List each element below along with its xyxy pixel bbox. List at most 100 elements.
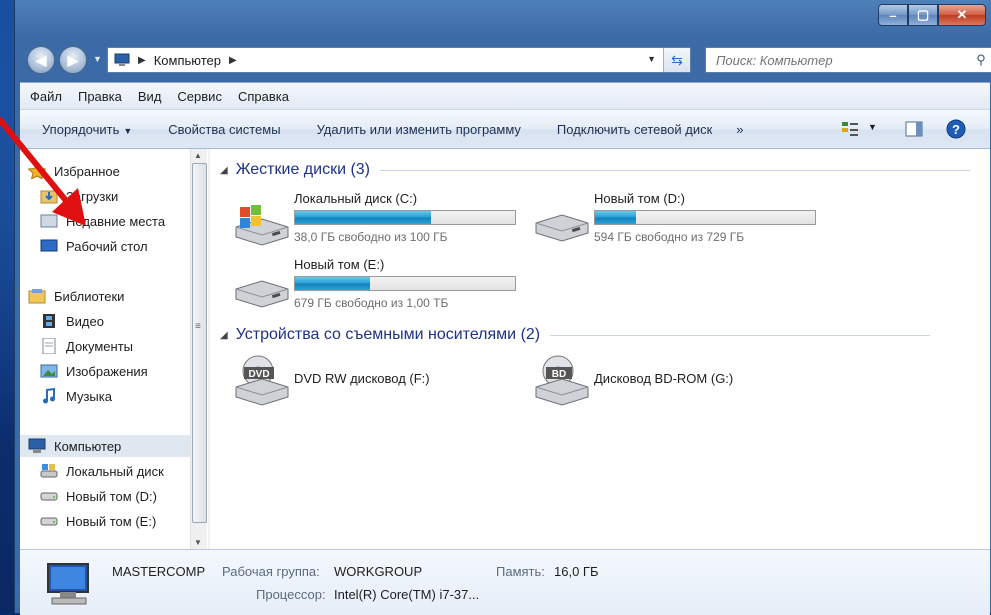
close-button[interactable]: ✕ [938,4,986,26]
video-icon [43,314,55,328]
search-box[interactable]: ⚲ [705,47,991,73]
back-button[interactable]: ◀ [27,46,55,74]
change-view-icon[interactable] [840,119,860,139]
breadcrumb-computer[interactable]: Компьютер [154,53,221,68]
nav-local-disk[interactable]: Локальный диск [20,460,206,482]
memory-value: 16,0 ГБ [554,564,599,579]
drive-dvd-badge: DVD [248,369,269,380]
nav-computer[interactable]: Компьютер [20,435,206,457]
menu-edit[interactable]: Правка [70,89,130,104]
nav-libraries[interactable]: Библиотеки [20,285,206,307]
nav-volume-e[interactable]: Новый том (E:) [20,510,206,532]
organize-label: Упорядочить [42,121,120,137]
chevron-down-icon: ▼ [123,125,133,136]
more-commands-button[interactable]: » [730,122,749,137]
collapse-icon[interactable]: ◢ [220,165,228,176]
music-icon [43,388,55,404]
scroll-down-icon[interactable]: ▼ [194,538,202,547]
forward-arrow-icon: ▶ [67,51,79,68]
details-pane: MASTERCOMP Рабочая группа: WORKGROUP Пам… [20,549,990,615]
maximize-icon: ▢ [916,7,930,22]
drive-d-name: Новый том (D:) [594,191,685,206]
downloads-folder-icon [40,190,58,204]
nav-video-label: Видео [66,313,104,329]
drive-c-usage-fill [295,211,432,224]
nav-desktop[interactable]: Рабочий стол [20,235,206,257]
address-bar[interactable]: ▶ Компьютер ▶ ▼ ⇆ [107,47,691,73]
help-icon[interactable]: ? [946,119,966,139]
nav-video[interactable]: Видео [20,310,206,332]
drive-e-usage-fill [295,277,370,290]
drive-e[interactable]: Новый том (E:) 679 ГБ свободно из 1,00 Т… [232,257,532,319]
breadcrumb-separator-icon: ▶ [138,54,146,66]
nav-volume-d[interactable]: Новый том (D:) [20,485,206,507]
group-hard-disks-label: Жесткие диски (3) [235,161,370,178]
nav-music-label: Музыка [66,388,112,404]
drive-c-usage-bar [294,210,516,225]
scrollbar-thumb[interactable] [192,163,207,523]
hard-drive-icon [40,517,58,526]
menu-help[interactable]: Справка [230,89,297,104]
main-panel: Файл Правка Вид Сервис Справка Упорядочи… [20,82,990,615]
refresh-button[interactable]: ⇆ [663,48,690,72]
menu-view[interactable]: Вид [130,89,170,104]
cpu-value: Intel(R) Core(TM) i7-37... [334,587,480,602]
address-dropdown-icon[interactable]: ▼ [647,54,656,64]
nav-images-label: Изображения [66,363,148,379]
drive-dvd[interactable]: DVD DVD RW дисковод (F:) [232,353,532,415]
navigation-scrollbar[interactable]: ▲ ≡ ▼ [190,149,207,549]
close-icon: ✕ [956,7,968,22]
nav-documents[interactable]: Документы [20,335,206,357]
drive-e-name: Новый том (E:) [294,257,385,272]
system-properties-button[interactable]: Свойства системы [150,122,298,137]
nav-downloads[interactable]: Загрузки [20,185,206,207]
menu-tools[interactable]: Сервис [169,89,230,104]
nav-downloads-label: Загрузки [66,188,119,204]
map-network-drive-button[interactable]: Подключить сетевой диск [539,122,730,137]
drive-d[interactable]: Новый том (D:) 594 ГБ свободно из 729 ГБ [532,191,832,253]
organize-button[interactable]: Упорядочить ▼ [20,122,150,137]
maximize-button[interactable]: ▢ [908,4,938,26]
minimize-button[interactable]: – [878,4,908,26]
nav-images[interactable]: Изображения [20,360,206,382]
nav-favorites[interactable]: Избранное [20,160,206,182]
drive-bd-name: Дисковод BD-ROM (G:) [594,371,734,386]
collapse-icon[interactable]: ◢ [220,330,228,341]
svg-text:?: ? [952,122,960,137]
drive-c-free: 38,0 ГБ свободно из 100 ГБ [294,230,448,244]
nav-libraries-label: Библиотеки [54,288,125,304]
hard-drive-icon [40,492,58,501]
scroll-up-icon[interactable]: ▲ [194,151,202,160]
menu-file[interactable]: Файл [22,89,70,104]
group-divider [380,169,970,171]
drive-bd-badge: BD [552,369,566,380]
breadcrumb-separator-icon[interactable]: ▶ [229,55,237,66]
drive-bd[interactable]: BD Дисковод BD-ROM (G:) [532,353,832,415]
nav-music[interactable]: Музыка [20,385,206,407]
search-input[interactable] [714,51,970,69]
nav-recent[interactable]: Недавние места [20,210,206,232]
nav-local-disk-label: Локальный диск [66,463,164,479]
pane-splitter[interactable] [208,149,210,549]
drive-c[interactable]: Локальный диск (C:) 38,0 ГБ свободно из … [232,191,532,253]
search-icon[interactable]: ⚲ [970,52,991,68]
drive-d-usage-fill [595,211,636,224]
forward-button[interactable]: ▶ [59,46,87,74]
scroll-grip-icon: ≡ [195,321,201,332]
navigation-pane: Избранное Загрузки Недавние места Рабочи… [20,149,210,549]
preview-pane-icon[interactable] [904,119,924,139]
nav-recent-label: Недавние места [66,213,166,229]
group-removable[interactable]: ◢ Устройства со съемными носителями (2) [220,326,931,344]
navigation-row: ◀ ▶ ▼ ▶ Компьютер ▶ ▼ ⇆ ⚲ [23,44,991,76]
view-options-dropdown-icon[interactable]: ▼ [868,122,888,142]
nav-favorites-label: Избранное [54,163,120,179]
uninstall-program-button[interactable]: Удалить или изменить программу [299,122,539,137]
memory-label: Память: [496,564,545,579]
caption-buttons: – ▢ ✕ [878,4,986,26]
nav-volume-d-label: Новый том (D:) [66,488,157,504]
group-removable-label: Устройства со съемными носителями (2) [235,326,541,343]
libraries-icon [28,289,46,304]
group-hard-disks[interactable]: ◢ Жесткие диски (3) [220,161,970,179]
recent-pages-dropdown[interactable]: ▼ [93,54,102,64]
nav-desktop-label: Рабочий стол [66,238,148,254]
